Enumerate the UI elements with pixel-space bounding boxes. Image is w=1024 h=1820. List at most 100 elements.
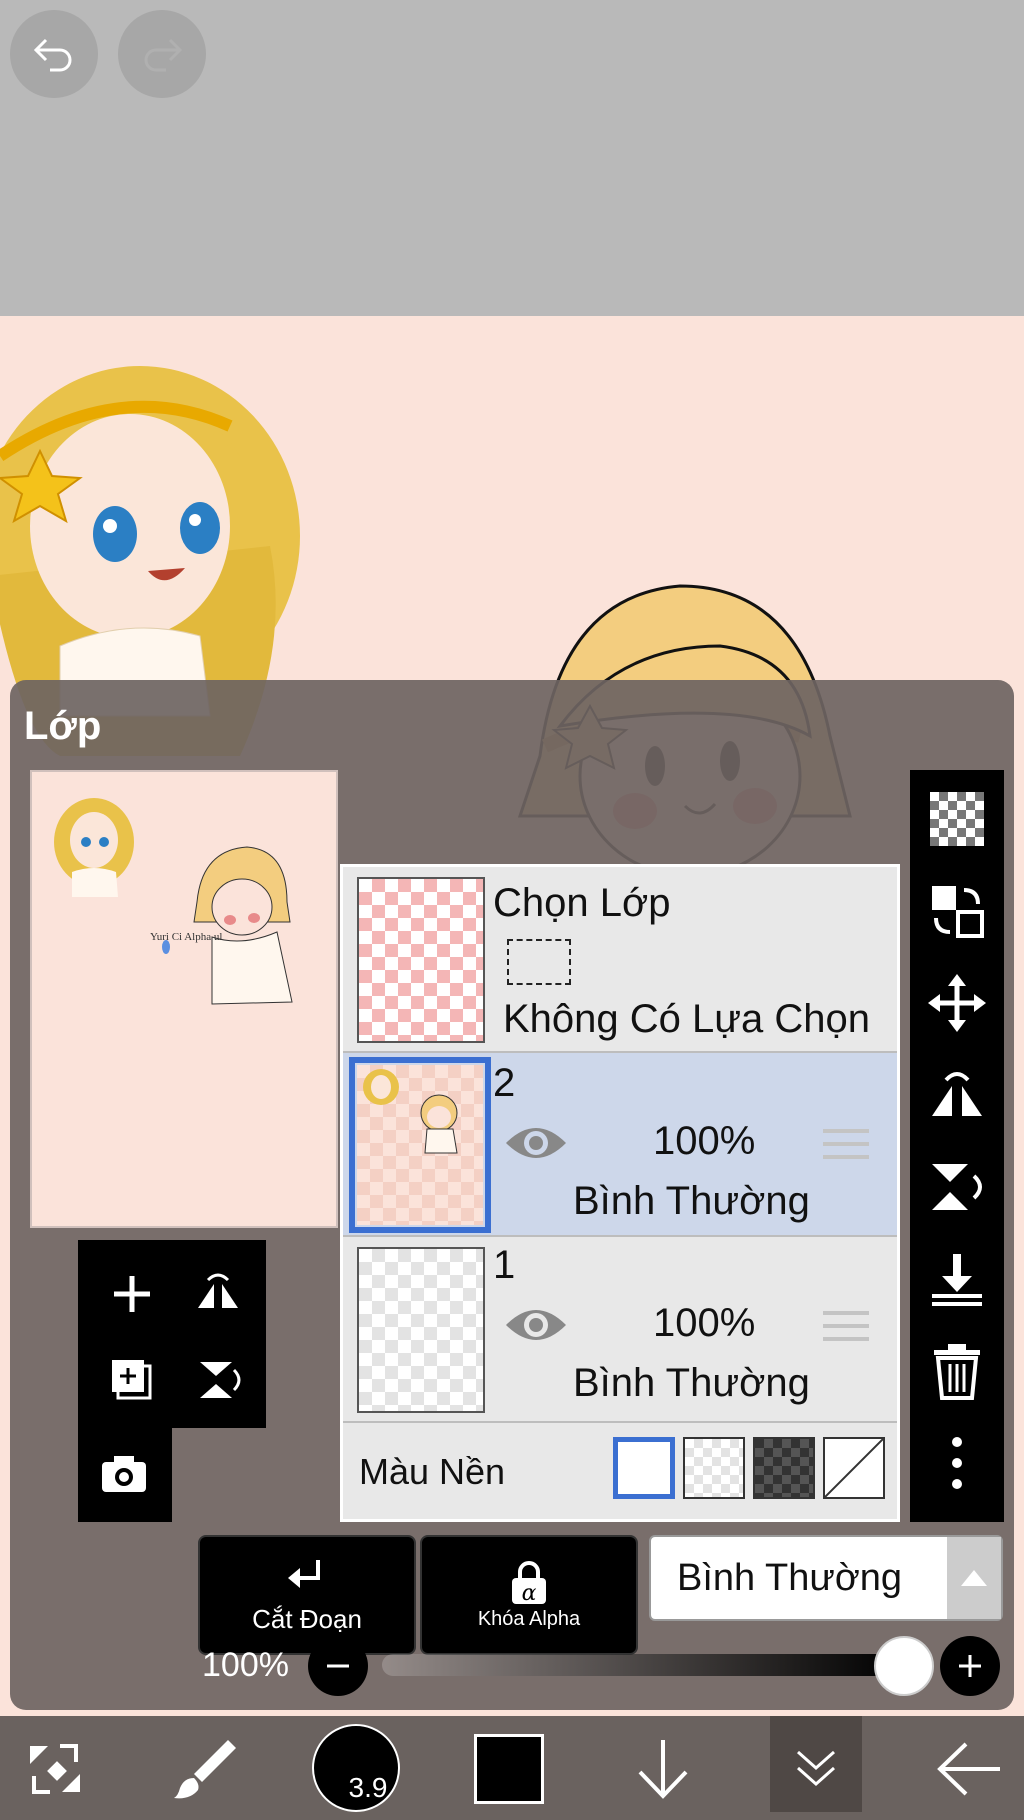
redo-button[interactable] <box>118 10 206 98</box>
background-white-option[interactable] <box>613 1437 675 1499</box>
clipping-label: Cắt Đoạn <box>252 1603 362 1634</box>
camera-button[interactable] <box>84 1434 164 1514</box>
background-color-row: Màu Nền <box>343 1423 897 1519</box>
layer-visibility-toggle[interactable] <box>503 1299 569 1351</box>
layer-tools-grid <box>78 1240 266 1428</box>
plus-icon <box>959 1655 981 1677</box>
copy-layer-icon <box>112 1360 152 1400</box>
double-chevron-down-icon <box>797 1750 835 1787</box>
color-swatch-button[interactable] <box>474 1734 544 1804</box>
copy-layer-button[interactable] <box>92 1340 172 1420</box>
undo-icon <box>33 38 72 72</box>
brush-size-value: 3.9 <box>348 1772 388 1803</box>
opacity-label: 100% <box>202 1646 289 1684</box>
merge-down-icon <box>932 1254 982 1306</box>
selection-marquee-icon <box>507 939 571 985</box>
arrow-left-icon <box>937 1742 1000 1796</box>
merge-down-button[interactable] <box>924 1246 990 1312</box>
camera-icon <box>102 1456 146 1492</box>
opacity-slider-knob[interactable] <box>874 1636 934 1696</box>
lock-alpha-icon: α <box>512 1560 546 1606</box>
opacity-decrease-button[interactable] <box>308 1636 368 1696</box>
brush-icon <box>174 1740 236 1799</box>
layer-list: Chọn Lớp Không Có Lựa Chọn 2 100% Bình T… <box>340 864 900 1522</box>
trash-icon <box>934 1344 980 1400</box>
collapse-panel-button[interactable] <box>770 1716 862 1812</box>
more-vertical-icon <box>952 1437 962 1489</box>
camera-tool-box <box>78 1428 172 1522</box>
back-button[interactable] <box>924 1724 1014 1814</box>
transform-icon <box>30 1744 80 1794</box>
layer-thumbnail <box>357 1247 485 1413</box>
checkerboard-icon <box>930 792 984 846</box>
swap-layers-button[interactable] <box>924 878 990 944</box>
drag-handle-icon[interactable] <box>823 1307 869 1343</box>
flip-vertical-right-button[interactable] <box>924 1154 990 1220</box>
delete-layer-button[interactable] <box>924 1338 990 1404</box>
layer-thumbnail <box>357 1065 483 1225</box>
alpha-lock-label: Khóa Alpha <box>477 1607 581 1630</box>
layer-blend-mode: Bình Thường <box>573 1179 810 1223</box>
flip-horizontal-right-button[interactable] <box>924 1062 990 1128</box>
clipping-button[interactable]: Cắt Đoạn <box>198 1535 416 1655</box>
background-color-label: Màu Nền <box>359 1451 506 1492</box>
layer-blend-mode: Bình Thường <box>573 1361 810 1405</box>
selection-thumbnail <box>357 877 485 1043</box>
layer-opacity: 100% <box>653 1301 756 1345</box>
layer-name: 2 <box>493 1061 516 1105</box>
layer-opacity: 100% <box>653 1119 756 1163</box>
brush-tool-button[interactable] <box>160 1724 250 1814</box>
layer-down-button[interactable] <box>618 1724 708 1814</box>
selection-layer-title: Chọn Lớp <box>493 881 671 925</box>
thumbnail-artwork: Yuri Ci Alpha ul <box>54 798 293 1005</box>
canvas-thumbnail[interactable]: Yuri Ci Alpha ul <box>30 770 338 1228</box>
flip-horizontal-button[interactable] <box>178 1254 258 1334</box>
swap-icon <box>932 886 984 938</box>
blend-mode-value: Bình Thường <box>677 1557 903 1599</box>
selection-layer-row[interactable]: Chọn Lớp Không Có Lựa Chọn <box>343 867 897 1053</box>
panel-title: Lớp <box>24 704 102 748</box>
drag-handle-icon[interactable] <box>823 1125 869 1161</box>
redo-icon <box>144 38 183 72</box>
undo-button[interactable] <box>10 10 98 98</box>
minus-icon <box>327 1664 349 1668</box>
background-transparent-option[interactable] <box>683 1437 745 1499</box>
thumbnail-signature: Yuri Ci Alpha ul <box>150 931 222 943</box>
flip-vertical-icon <box>932 1164 982 1210</box>
plus-icon <box>114 1276 150 1312</box>
flip-horizontal-icon <box>198 1273 238 1308</box>
eye-icon <box>506 1310 566 1340</box>
flip-horizontal-icon <box>932 1072 982 1116</box>
brush-size-button[interactable]: 3.9 <box>312 1724 400 1812</box>
svg-text:α: α <box>522 1581 537 1606</box>
move-button[interactable] <box>924 970 990 1036</box>
blend-mode-arrow[interactable] <box>947 1537 1001 1619</box>
layer-name: 1 <box>493 1243 516 1287</box>
transparency-button[interactable] <box>924 786 990 852</box>
flip-vertical-button[interactable] <box>178 1340 258 1420</box>
background-none-option[interactable] <box>823 1437 885 1499</box>
blend-mode-select[interactable]: Bình Thường <box>649 1535 1003 1621</box>
top-bar <box>0 0 1024 316</box>
slash-icon <box>824 1438 884 1498</box>
eye-icon <box>506 1128 566 1158</box>
flip-vertical-icon <box>200 1362 241 1398</box>
layer-row[interactable]: 1 100% Bình Thường <box>343 1237 897 1423</box>
layer-visibility-toggle[interactable] <box>503 1117 569 1169</box>
background-dark-option[interactable] <box>753 1437 815 1499</box>
opacity-slider-track[interactable] <box>382 1654 902 1676</box>
selection-status: Không Có Lựa Chọn <box>503 997 871 1041</box>
triangle-up-icon <box>961 1570 987 1586</box>
add-layer-button[interactable] <box>92 1254 172 1334</box>
arrow-down-icon <box>638 1740 688 1799</box>
opacity-increase-button[interactable] <box>940 1636 1000 1696</box>
move-icon <box>928 974 986 1032</box>
alpha-lock-button[interactable]: α Khóa Alpha <box>420 1535 638 1655</box>
clip-arrow-icon <box>288 1559 320 1588</box>
bottom-toolbar: 3.9 <box>0 1716 1024 1820</box>
transform-tool-button[interactable] <box>10 1724 100 1814</box>
more-options-button[interactable] <box>924 1430 990 1496</box>
right-toolbar <box>910 770 1004 1522</box>
layer-row[interactable]: 2 100% Bình Thường <box>343 1053 897 1237</box>
layer-thumbnail-art <box>363 1069 458 1154</box>
